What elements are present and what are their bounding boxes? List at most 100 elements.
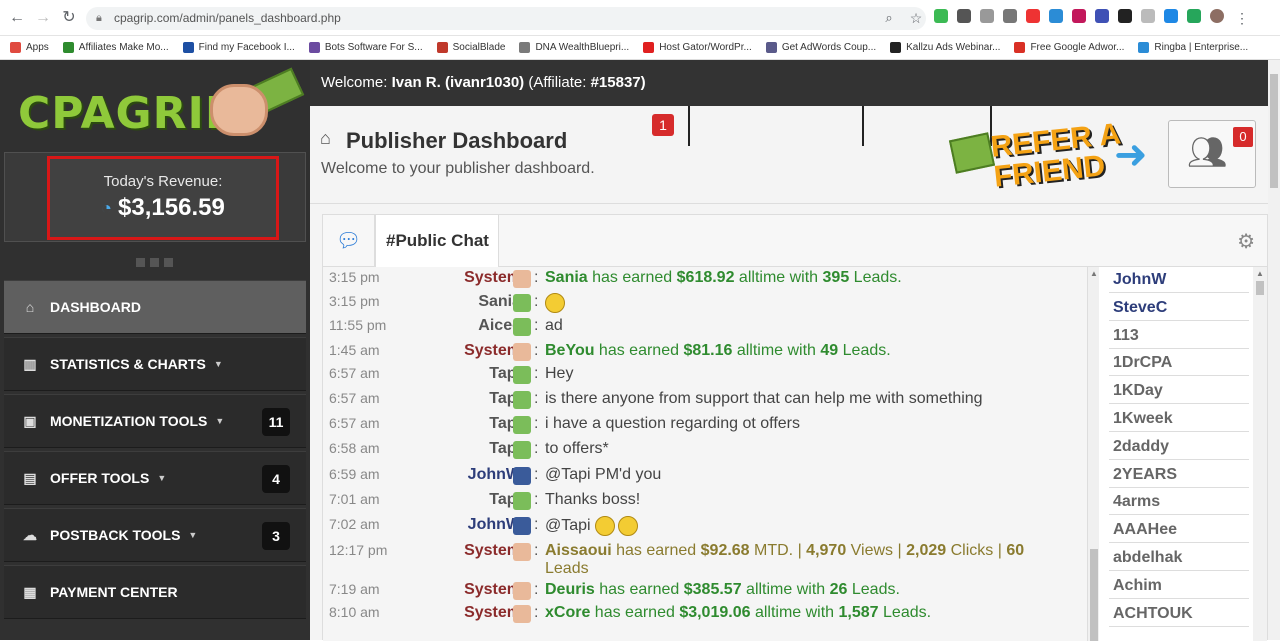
message-username[interactable]: Sania xyxy=(423,293,521,311)
page-title: Publisher Dashboard xyxy=(346,128,568,153)
bookmark-item[interactable]: Find my Facebook I... xyxy=(182,42,295,53)
separator: : xyxy=(534,542,539,559)
bookmark-item[interactable]: Free Google Adwor... xyxy=(1014,42,1124,53)
extension-icon[interactable] xyxy=(957,9,971,23)
refer-a-friend-banner[interactable]: REFER A FRIEND ➜ xyxy=(948,118,1162,194)
extension-icon[interactable] xyxy=(1026,9,1040,23)
chat-bubble-icon[interactable]: 💬︎ xyxy=(323,215,375,267)
bookmark-item[interactable]: Bots Software For S... xyxy=(308,42,423,53)
chat-user-item[interactable]: abdelhak xyxy=(1109,545,1249,571)
message-username[interactable]: System xyxy=(423,269,521,287)
bookmark-item[interactable]: DNA WealthBlueprі... xyxy=(519,42,629,53)
sidebar-item-offer-tools[interactable]: ▤ OFFER TOOLS ▼ 4 xyxy=(4,451,306,505)
chat-user-item[interactable]: Achim xyxy=(1109,573,1249,599)
zoom-icon[interactable]: ⌕ xyxy=(880,9,898,27)
message-fragment: Leads. xyxy=(878,604,932,621)
message-username[interactable]: JohnW xyxy=(423,466,521,484)
message-text xyxy=(545,293,1065,313)
user-avatar-icon xyxy=(513,366,531,384)
extension-icon[interactable] xyxy=(1141,9,1155,23)
extension-icon[interactable] xyxy=(1118,9,1132,23)
extension-icon[interactable] xyxy=(1072,9,1086,23)
message-username[interactable]: Tapi xyxy=(423,415,521,433)
extension-icon[interactable] xyxy=(1049,9,1063,23)
sidebar-item-statistics-charts[interactable]: ▥ STATISTICS & CHARTS ▼ xyxy=(4,337,306,391)
back-icon[interactable]: ← xyxy=(8,9,26,27)
chat-user-item[interactable]: 1DrCPA xyxy=(1109,350,1249,377)
forward-icon[interactable]: → xyxy=(34,9,52,27)
message-fragment: MTD. | xyxy=(749,542,807,559)
message-username[interactable]: System xyxy=(423,542,521,560)
star-icon[interactable]: ☆ xyxy=(907,9,925,27)
separator: : xyxy=(534,293,539,310)
reload-icon[interactable]: ↻ xyxy=(60,9,78,27)
scroll-up-icon[interactable]: ▲ xyxy=(1256,269,1264,278)
count-badge: 11 xyxy=(262,408,290,436)
chat-user-item[interactable]: 1KDay xyxy=(1109,378,1249,405)
chat-messages[interactable]: 3:15 pm System: Sania has earned $618.92 a… xyxy=(323,267,1099,641)
chat-user-list[interactable]: JohnW SteveC 113 1DrCPA 1KDay 1Kweek 2daddy 2YE… xyxy=(1099,267,1267,641)
sidebar-collapse-handle[interactable] xyxy=(136,258,173,267)
extension-icon[interactable] xyxy=(1003,9,1017,23)
friends-button[interactable]: 👥︎ 0 xyxy=(1168,120,1256,188)
extension-icon[interactable] xyxy=(1164,9,1178,23)
chat-user-item[interactable]: 1Kweek xyxy=(1109,406,1249,432)
bookmark-item[interactable]: Apps xyxy=(10,42,49,53)
message-username[interactable]: System xyxy=(423,604,521,622)
page-scrollbar[interactable] xyxy=(1268,60,1280,640)
chat-user-item[interactable]: ACHTOUK xyxy=(1109,601,1249,627)
extension-icon[interactable] xyxy=(1187,9,1201,23)
message-username[interactable]: Tapi xyxy=(423,365,521,383)
scroll-up-icon[interactable]: ▲ xyxy=(1090,269,1098,278)
bookmark-label: SocialBlade xyxy=(452,42,506,53)
bookmark-item[interactable]: Ringba | Enterprise... xyxy=(1138,42,1248,53)
server-time-tab[interactable] xyxy=(694,106,864,146)
scrollbar-thumb[interactable] xyxy=(1270,74,1278,188)
cloud-icon: ☁ xyxy=(23,526,37,543)
message-username[interactable]: Tapi xyxy=(423,491,521,509)
separator: : xyxy=(534,342,539,359)
message-username[interactable]: Tapi xyxy=(423,440,521,458)
bookmark-item[interactable]: Kallzu Ads Webinar... xyxy=(890,42,1000,53)
scrollbar-thumb[interactable] xyxy=(1256,281,1264,295)
chat-user-item[interactable]: 4arms xyxy=(1109,489,1249,516)
chat-user-item[interactable]: 2YEARS xyxy=(1109,462,1249,488)
users-scrollbar[interactable]: ▲ xyxy=(1253,267,1267,641)
messages-scrollbar[interactable]: ▲ xyxy=(1087,267,1099,641)
chat-user-item[interactable]: AAAHee xyxy=(1109,517,1249,544)
address-bar[interactable]: 🔒︎ cpagrip.com/admin/panels_dashboard.ph… xyxy=(86,7,926,30)
user-avatar-icon xyxy=(513,294,531,312)
sidebar-item-postback-tools[interactable]: ☁ POSTBACK TOOLS ▼ 3 xyxy=(4,508,306,562)
tab-public-chat[interactable]: #Public Chat xyxy=(375,215,499,267)
cpagrip-logo[interactable]: CPAGRIP xyxy=(14,67,305,150)
gear-icon[interactable]: ⚙ xyxy=(1237,229,1255,254)
chat-user-item[interactable]: SteveC xyxy=(1109,295,1249,321)
message-username[interactable]: Aicec xyxy=(423,317,521,335)
chat-user-item[interactable]: 113 xyxy=(1109,323,1249,349)
sidebar-item-dashboard[interactable]: ⌂ DASHBOARD xyxy=(4,280,306,334)
message-username[interactable]: System xyxy=(423,342,521,360)
extension-icon[interactable] xyxy=(934,9,948,23)
separator: : xyxy=(534,581,539,598)
extension-icon[interactable] xyxy=(1095,9,1109,23)
bookmark-item[interactable]: SocialBlade xyxy=(436,42,506,53)
scrollbar-thumb[interactable] xyxy=(1090,549,1098,641)
bookmark-item[interactable]: Host Gator/WordPr... xyxy=(643,42,752,53)
profile-avatar[interactable] xyxy=(1210,9,1224,23)
sidebar-item-monetization-tools[interactable]: ▣ MONETIZATION TOOLS ▼ 11 xyxy=(4,394,306,448)
message-time: 11:55 pm xyxy=(329,317,387,333)
chat-user-item[interactable]: 2daddy xyxy=(1109,434,1249,460)
message-username[interactable]: JohnW xyxy=(423,516,521,534)
message-username[interactable]: Tapi xyxy=(423,390,521,408)
extension-icon[interactable] xyxy=(980,9,994,23)
home-icon: ⌂ xyxy=(320,128,331,148)
message-username[interactable]: System xyxy=(423,581,521,599)
revenue-value-row: ◔ $3,156.59 xyxy=(50,194,276,222)
bookmark-item[interactable]: Affiliates Make Mo... xyxy=(62,42,169,53)
notification-badge[interactable]: 1 xyxy=(652,114,674,136)
message-fragment: Leads. xyxy=(838,342,891,359)
chat-user-item[interactable]: JohnW xyxy=(1109,267,1249,293)
menu-dots-icon[interactable]: ⋮ xyxy=(1233,9,1251,27)
bookmark-item[interactable]: Get AdWords Coup... xyxy=(765,42,876,53)
sidebar-item-payment-center[interactable]: ▦ PAYMENT CENTER xyxy=(4,565,306,619)
